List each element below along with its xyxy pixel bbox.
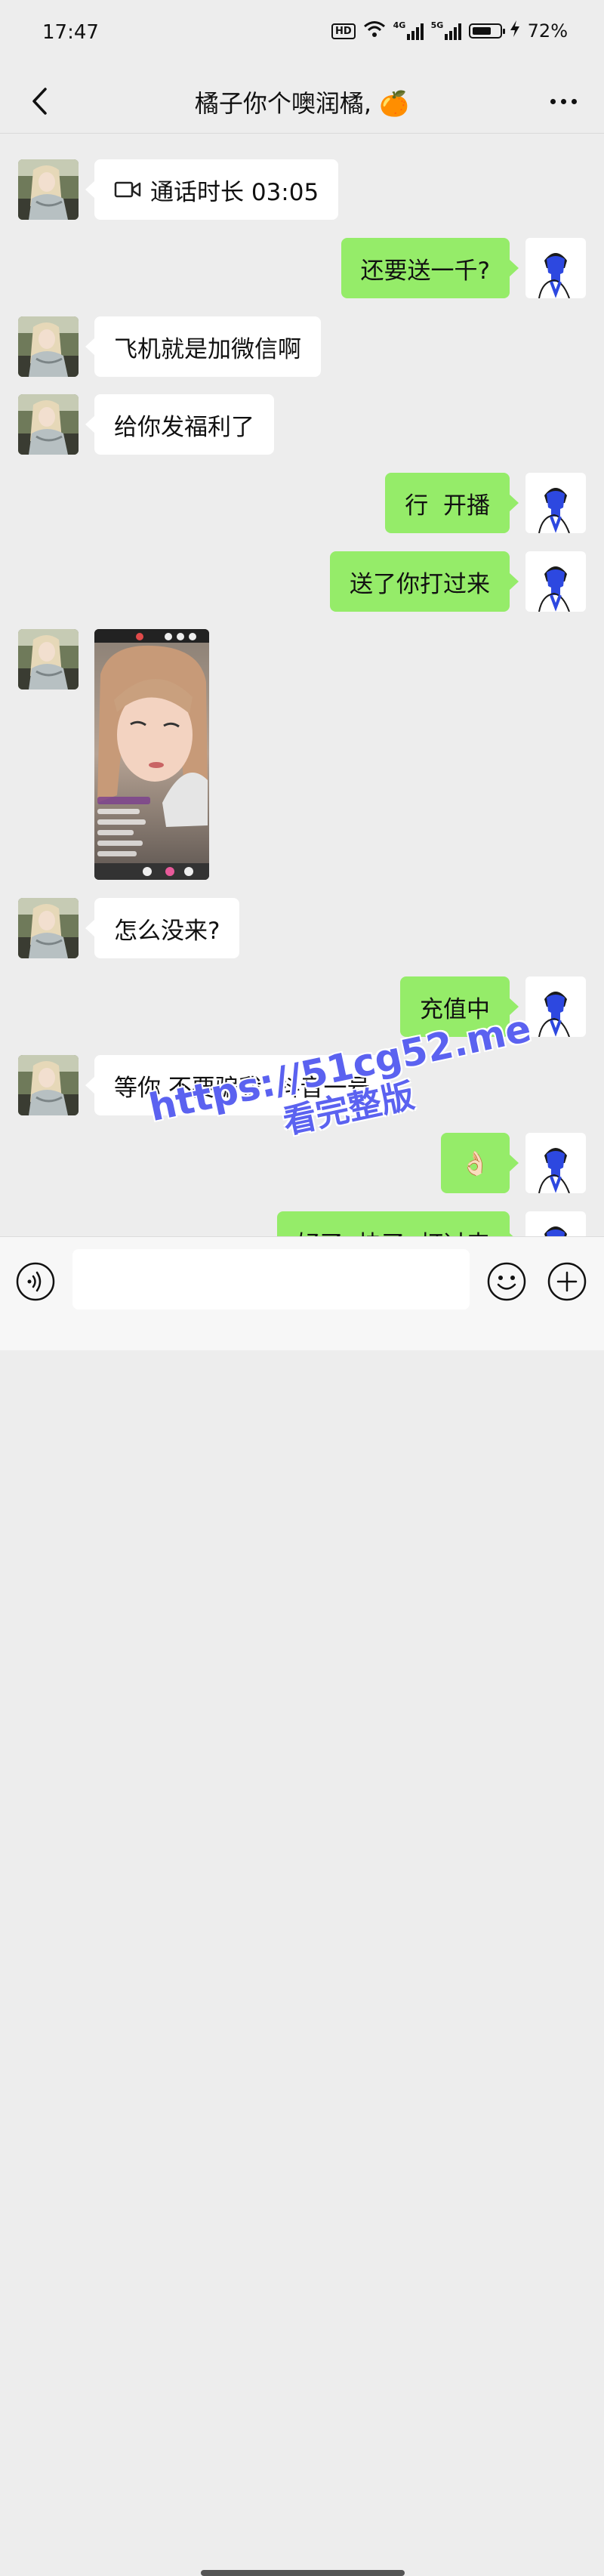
message-text: 好了 快了 打过来 xyxy=(297,1225,490,1237)
message-bubble[interactable]: 行 开播 xyxy=(385,473,519,533)
contact-avatar[interactable] xyxy=(18,159,79,220)
more-dots-icon[interactable] xyxy=(541,83,586,119)
call-duration: 通话时长 03:05 xyxy=(150,178,319,206)
chat-title: 橘子你个噢润橘, 🍊 xyxy=(194,89,410,118)
message-list[interactable]: 通话时长 03:05 还要送一千? 飞机就是加微信啊 给你发福利了 行 开播 送… xyxy=(0,134,604,1236)
message-text: 给你发福利了 xyxy=(114,413,254,441)
video-camera-icon xyxy=(114,180,141,199)
status-icons: HD 4G 5G 72% xyxy=(331,20,568,42)
network-type-label: 4G xyxy=(393,20,406,30)
message-text: 等你 不要骗我 抖音一号 xyxy=(114,1074,371,1102)
livestream-screenshot[interactable] xyxy=(94,629,209,880)
message-input[interactable] xyxy=(72,1249,470,1310)
message-bubble[interactable]: 给你发福利了 xyxy=(85,394,274,455)
contact-avatar[interactable] xyxy=(18,394,79,455)
message-text: 还要送一千? xyxy=(360,257,490,285)
status-bar: 17:47 HD 4G 5G 72% xyxy=(0,0,604,69)
contact-avatar[interactable] xyxy=(18,1055,79,1115)
my-avatar[interactable] xyxy=(525,238,586,298)
wifi-icon xyxy=(363,20,386,42)
contact-avatar[interactable] xyxy=(18,898,79,958)
battery-icon xyxy=(468,23,505,39)
network-type-label: 5G xyxy=(430,20,444,30)
my-avatar[interactable] xyxy=(525,1133,586,1193)
contact-avatar[interactable] xyxy=(18,629,79,690)
message-bubble[interactable]: 还要送一千? xyxy=(341,238,519,298)
message-bubble[interactable]: 充值中 xyxy=(400,976,519,1037)
battery-percent: 72% xyxy=(527,20,568,42)
message-text: 飞机就是加微信啊 xyxy=(114,335,301,363)
message-text: 怎么没来? xyxy=(114,917,220,945)
signal-icon: 5G xyxy=(430,20,461,40)
my-avatar[interactable] xyxy=(525,976,586,1037)
my-avatar[interactable] xyxy=(525,473,586,533)
message-bubble[interactable]: 👌🏻 xyxy=(441,1133,519,1193)
hd-icon: HD xyxy=(331,23,356,39)
my-avatar[interactable] xyxy=(525,1211,586,1236)
input-bar xyxy=(0,1236,604,2576)
call-record-bubble[interactable]: 通话时长 03:05 xyxy=(85,159,339,220)
my-avatar[interactable] xyxy=(525,551,586,612)
message-bubble[interactable]: 飞机就是加微信啊 xyxy=(85,316,321,377)
message-bubble[interactable]: 等你 不要骗我 抖音一号 xyxy=(85,1055,390,1115)
voice-icon[interactable] xyxy=(15,1261,56,1302)
signal-icon: 4G xyxy=(393,20,424,40)
ok-hand-emoji: 👌🏻 xyxy=(461,1149,490,1177)
chat-header: 橘子你个噢润橘, 🍊 xyxy=(0,69,604,134)
message-text: 充值中 xyxy=(420,995,490,1023)
charging-icon xyxy=(510,20,520,42)
message-text: 行 开播 xyxy=(405,492,490,520)
plus-icon[interactable] xyxy=(547,1261,587,1302)
home-indicator[interactable] xyxy=(201,2570,405,2576)
message-bubble[interactable]: 送了你打过来 xyxy=(330,551,519,612)
status-time: 17:47 xyxy=(42,21,99,44)
message-text: 送了你打过来 xyxy=(350,570,490,598)
contact-avatar[interactable] xyxy=(18,316,79,377)
emoji-icon[interactable] xyxy=(486,1261,527,1302)
message-bubble[interactable]: 好了 快了 打过来 xyxy=(276,1211,519,1237)
battery-fill xyxy=(472,27,492,35)
message-bubble[interactable]: 怎么没来? xyxy=(85,898,240,958)
